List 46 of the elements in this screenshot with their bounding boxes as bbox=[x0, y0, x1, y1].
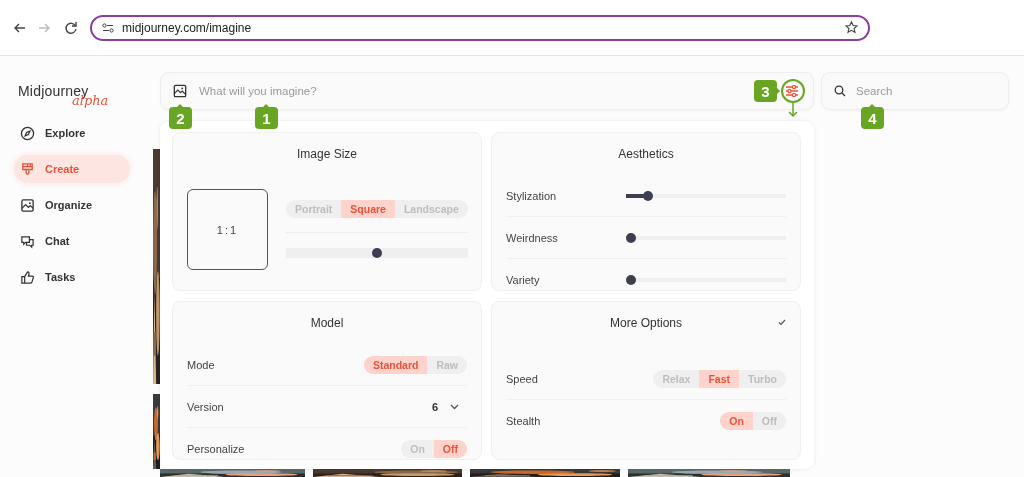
segment-option[interactable]: On bbox=[720, 411, 753, 430]
sidebar-item[interactable]: Create bbox=[14, 155, 130, 183]
chevron-down-icon bbox=[450, 403, 459, 410]
check-icon[interactable] bbox=[778, 319, 786, 326]
setting-label: Version bbox=[187, 400, 224, 413]
search-box[interactable]: Search bbox=[821, 72, 1009, 110]
brush-icon bbox=[20, 161, 35, 177]
prompt-field[interactable]: What will you imagine? bbox=[197, 84, 721, 98]
image-icon bbox=[20, 197, 35, 213]
setting-label: Weirdness bbox=[506, 231, 558, 244]
search-field[interactable]: Search bbox=[854, 84, 1012, 98]
setting-label: Stylization bbox=[506, 189, 557, 202]
sidebar-item[interactable]: Explore bbox=[14, 119, 130, 147]
star-icon[interactable] bbox=[845, 21, 858, 34]
segment-option[interactable]: Fast bbox=[699, 369, 740, 388]
slider-thumb[interactable] bbox=[626, 232, 636, 243]
compass-icon bbox=[20, 125, 35, 141]
site-settings-icon[interactable] bbox=[102, 22, 114, 33]
sidebar-item[interactable]: Chat bbox=[14, 227, 130, 255]
card-title: Image Size bbox=[297, 147, 357, 161]
chat-bubbles-icon bbox=[20, 233, 35, 249]
aspect-ratio-preview: 1:1 bbox=[187, 189, 268, 270]
setting-label: Mode bbox=[187, 358, 215, 371]
sidebar-item[interactable]: Organize bbox=[14, 191, 130, 219]
version-dropdown[interactable]: 6 bbox=[431, 400, 467, 413]
reload-icon[interactable] bbox=[64, 20, 78, 35]
slider-thumb[interactable] bbox=[371, 248, 382, 258]
segment-option[interactable]: Off bbox=[433, 439, 467, 458]
address-bar[interactable]: midjourney.com/imagine bbox=[90, 14, 870, 41]
card-title: Aesthetics bbox=[618, 147, 674, 161]
segment-option[interactable]: Square bbox=[341, 200, 395, 218]
slider-thumb[interactable] bbox=[626, 274, 636, 285]
segment-option[interactable]: Standard bbox=[363, 355, 428, 374]
settings-button[interactable] bbox=[783, 82, 801, 100]
image-icon[interactable] bbox=[173, 84, 187, 98]
thumbs-up-icon bbox=[20, 269, 35, 285]
card-title: More Options bbox=[610, 316, 682, 330]
slider-thumb[interactable] bbox=[642, 190, 653, 201]
setting-label: Stealth bbox=[506, 414, 541, 427]
setting-label: Personalize bbox=[187, 442, 245, 455]
search-icon bbox=[834, 85, 846, 97]
callout-ring-drawing bbox=[779, 79, 807, 119]
card-title: Model bbox=[310, 316, 344, 330]
setting-label: Speed bbox=[506, 372, 538, 385]
setting-label: Variety bbox=[506, 273, 540, 286]
sidebar-item[interactable]: Tasks bbox=[14, 263, 130, 291]
